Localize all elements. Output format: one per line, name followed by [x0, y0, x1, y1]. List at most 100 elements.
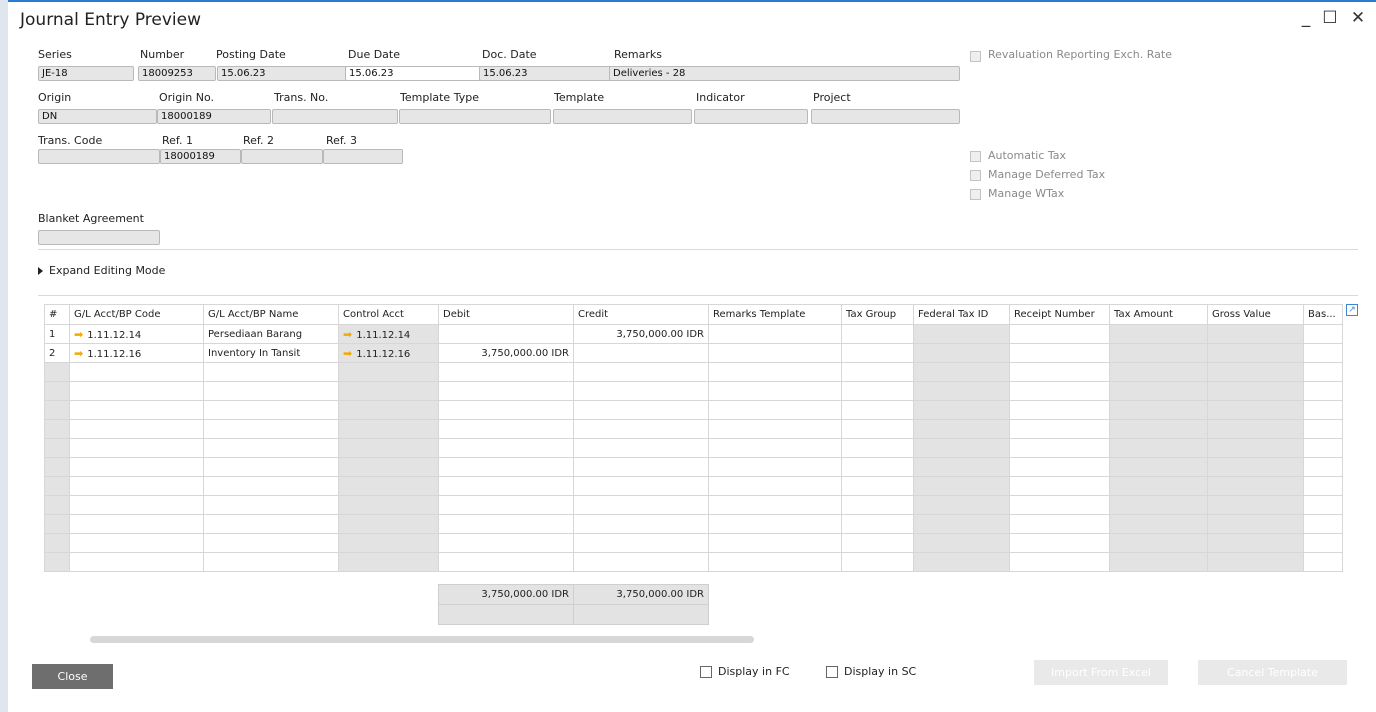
empty-cell[interactable] [1207, 381, 1304, 401]
ref2-field[interactable] [241, 149, 323, 164]
empty-cell[interactable] [1009, 419, 1110, 439]
series-field[interactable]: JE-18 [38, 66, 134, 81]
federal-tax-id-cell[interactable] [913, 324, 1010, 344]
trans-code-field[interactable] [38, 149, 160, 164]
empty-cell[interactable] [44, 438, 70, 458]
empty-cell[interactable] [1303, 514, 1343, 534]
link-arrow-icon[interactable]: ➡ [74, 347, 83, 360]
empty-cell[interactable] [1303, 533, 1343, 553]
col-header-control[interactable]: Control Acct [338, 304, 439, 325]
empty-cell[interactable] [913, 438, 1010, 458]
empty-cell[interactable] [338, 476, 439, 496]
empty-cell[interactable] [708, 476, 842, 496]
expand-editing-mode-toggle[interactable]: Expand Editing Mode [38, 264, 165, 277]
empty-cell[interactable] [1303, 419, 1343, 439]
empty-cell[interactable] [338, 362, 439, 382]
empty-cell[interactable] [438, 362, 574, 382]
control-acct-cell[interactable]: ➡ 1.11.12.16 [338, 343, 439, 363]
empty-cell[interactable] [44, 495, 70, 515]
empty-cell[interactable] [841, 533, 914, 553]
empty-cell[interactable] [338, 552, 439, 572]
col-header-federal-tax-id[interactable]: Federal Tax ID [913, 304, 1010, 325]
empty-cell[interactable] [69, 381, 204, 401]
empty-cell[interactable] [913, 533, 1010, 553]
empty-cell[interactable] [338, 419, 439, 439]
empty-cell[interactable] [913, 457, 1010, 477]
empty-row[interactable] [44, 381, 1343, 401]
tax-group-cell[interactable] [841, 324, 914, 344]
empty-cell[interactable] [69, 533, 204, 553]
empty-cell[interactable] [203, 457, 339, 477]
credit-cell[interactable] [573, 343, 709, 363]
empty-cell[interactable] [1009, 400, 1110, 420]
empty-row[interactable] [44, 400, 1343, 420]
empty-row[interactable] [44, 476, 1343, 496]
empty-cell[interactable] [913, 495, 1010, 515]
empty-cell[interactable] [1109, 457, 1208, 477]
display-in-fc-checkbox[interactable] [700, 666, 712, 678]
base-cell[interactable] [1303, 324, 1343, 344]
maximize-icon[interactable]: ☐ [1320, 8, 1340, 28]
empty-cell[interactable] [44, 400, 70, 420]
empty-cell[interactable] [438, 533, 574, 553]
receipt-number-cell[interactable] [1009, 324, 1110, 344]
empty-cell[interactable] [708, 533, 842, 553]
empty-cell[interactable] [708, 552, 842, 572]
empty-cell[interactable] [1207, 476, 1304, 496]
table-row[interactable]: 1 ➡ 1.11.12.14 Persediaan Barang ➡ 1.11.12… [44, 324, 1343, 344]
empty-cell[interactable] [913, 552, 1010, 572]
control-acct-cell[interactable]: ➡ 1.11.12.14 [338, 324, 439, 344]
empty-cell[interactable] [841, 381, 914, 401]
empty-cell[interactable] [1207, 533, 1304, 553]
empty-cell[interactable] [1009, 533, 1110, 553]
empty-cell[interactable] [44, 381, 70, 401]
col-header-base[interactable]: Bas... [1303, 304, 1343, 325]
empty-cell[interactable] [44, 457, 70, 477]
empty-cell[interactable] [573, 362, 709, 382]
empty-cell[interactable] [708, 495, 842, 515]
tax-group-cell[interactable] [841, 343, 914, 363]
empty-cell[interactable] [573, 514, 709, 534]
empty-cell[interactable] [708, 419, 842, 439]
col-header-num[interactable]: # [44, 304, 70, 325]
remarks-template-cell[interactable] [708, 343, 842, 363]
close-icon[interactable]: ✕ [1348, 8, 1368, 28]
empty-row[interactable] [44, 419, 1343, 439]
empty-cell[interactable] [69, 495, 204, 515]
empty-row[interactable] [44, 495, 1343, 515]
empty-cell[interactable] [841, 514, 914, 534]
empty-cell[interactable] [1303, 400, 1343, 420]
debit-cell[interactable]: 3,750,000.00 IDR [438, 343, 574, 363]
empty-cell[interactable] [338, 438, 439, 458]
empty-cell[interactable] [1303, 362, 1343, 382]
origin-no-field[interactable]: 18000189 [157, 109, 271, 124]
blanket-agreement-field[interactable] [38, 230, 160, 245]
base-cell[interactable] [1303, 343, 1343, 363]
gl-code-cell[interactable]: ➡ 1.11.12.14 [69, 324, 204, 344]
empty-cell[interactable] [708, 438, 842, 458]
empty-cell[interactable] [438, 457, 574, 477]
empty-cell[interactable] [69, 514, 204, 534]
empty-row[interactable] [44, 514, 1343, 534]
col-header-tax-amount[interactable]: Tax Amount [1109, 304, 1208, 325]
empty-cell[interactable] [1207, 438, 1304, 458]
empty-row[interactable] [44, 533, 1343, 553]
empty-cell[interactable] [913, 514, 1010, 534]
empty-cell[interactable] [438, 381, 574, 401]
empty-cell[interactable] [44, 419, 70, 439]
empty-cell[interactable] [1109, 495, 1208, 515]
empty-cell[interactable] [913, 419, 1010, 439]
revaluation-checkbox[interactable] [970, 51, 981, 62]
gross-value-cell[interactable] [1207, 343, 1304, 363]
empty-cell[interactable] [44, 362, 70, 382]
empty-cell[interactable] [841, 419, 914, 439]
manage-deferred-tax-checkbox[interactable] [970, 170, 981, 181]
gross-value-cell[interactable] [1207, 324, 1304, 344]
automatic-tax-checkbox[interactable] [970, 151, 981, 162]
empty-cell[interactable] [1009, 381, 1110, 401]
empty-cell[interactable] [438, 476, 574, 496]
project-field[interactable] [811, 109, 960, 124]
indicator-field[interactable] [694, 109, 808, 124]
empty-cell[interactable] [203, 362, 339, 382]
link-arrow-icon[interactable]: ➡ [343, 328, 352, 341]
